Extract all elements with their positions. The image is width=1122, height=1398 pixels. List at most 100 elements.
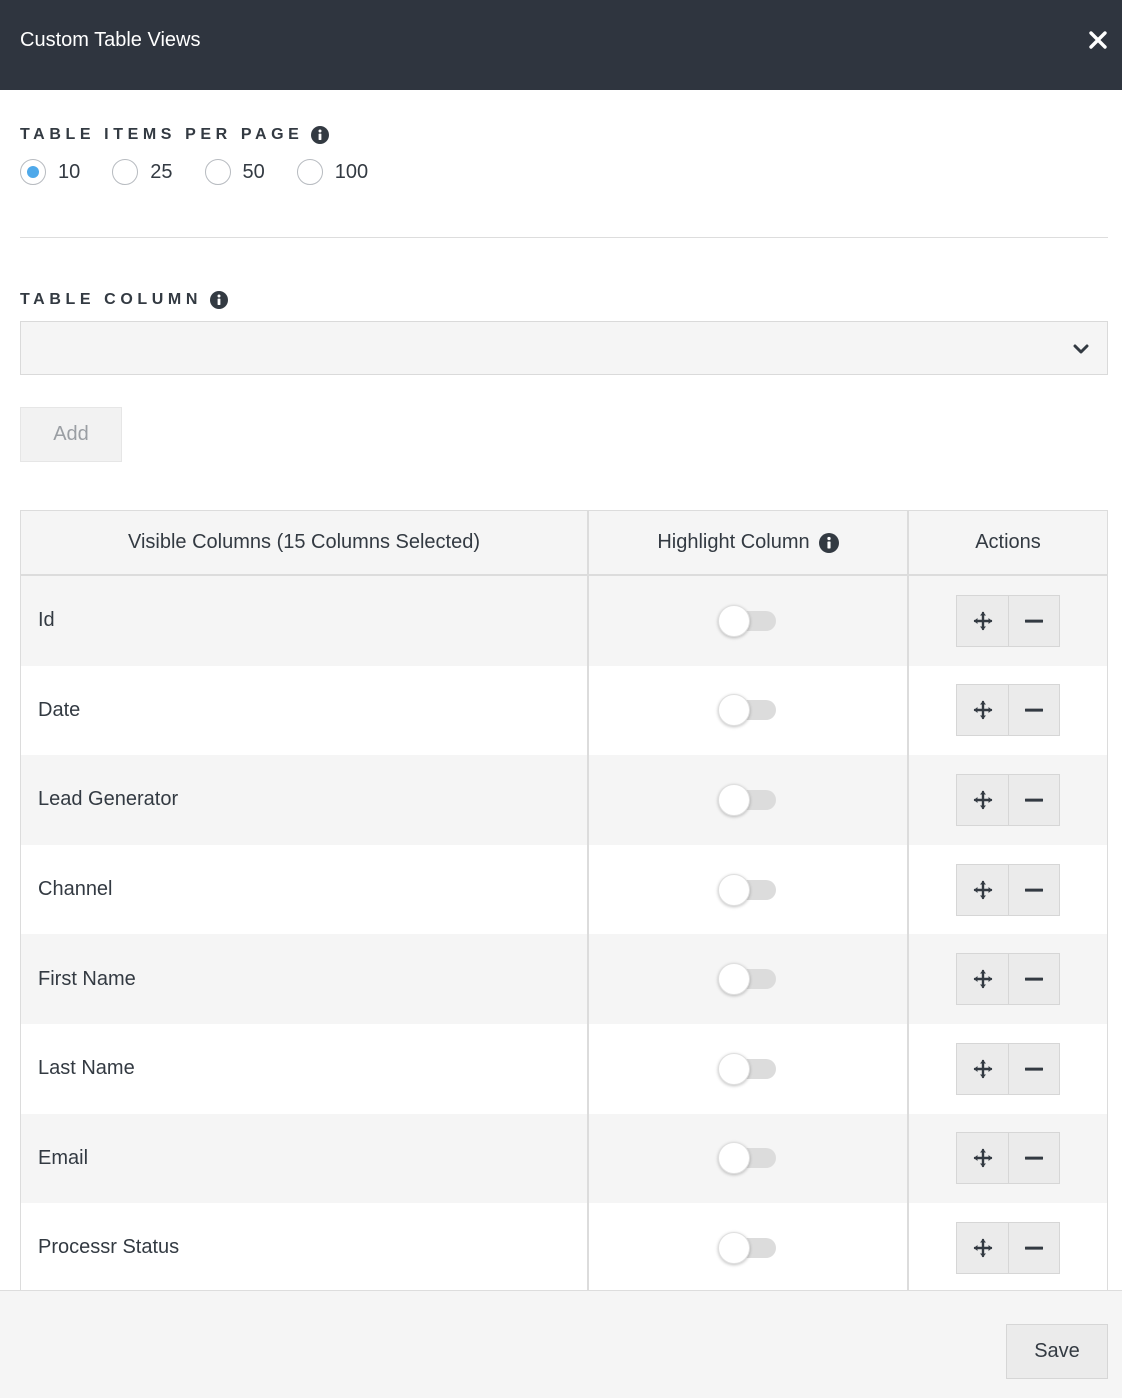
close-button[interactable] [1088, 30, 1108, 50]
row-actions [956, 1042, 1060, 1095]
header-visible-columns: Visible Columns (15 Columns Selected) [21, 511, 589, 574]
row-actions [956, 863, 1060, 916]
remove-button[interactable] [1008, 864, 1059, 915]
table-row: Last Name [21, 1023, 1107, 1114]
save-button[interactable]: Save [1006, 1324, 1108, 1379]
column-name: Channel [21, 844, 589, 935]
remove-button[interactable] [1008, 1043, 1059, 1094]
table-row: Email [21, 1113, 1107, 1204]
radio-option-100[interactable]: 100 [296, 159, 369, 185]
column-name: Processr Status [21, 1203, 589, 1290]
minus-icon [1025, 977, 1043, 981]
chevron-down-icon [1073, 344, 1089, 354]
minus-icon [1025, 798, 1043, 802]
close-icon [1089, 31, 1107, 49]
highlight-cell [589, 934, 909, 1024]
info-icon[interactable] [311, 126, 330, 144]
actions-cell [909, 1203, 1107, 1290]
radio-option-25[interactable]: 25 [112, 159, 173, 185]
highlight-toggle[interactable] [718, 1052, 776, 1085]
column-name: Date [21, 665, 589, 756]
highlight-toggle[interactable] [718, 963, 776, 996]
move-button[interactable] [957, 596, 1008, 646]
row-actions [956, 1221, 1060, 1274]
header-highlight-column-text: Highlight Column [657, 531, 810, 553]
dialog-footer: Save [0, 1290, 1122, 1398]
info-icon[interactable] [210, 291, 228, 309]
dialog-header: Custom Table Views [0, 0, 1122, 90]
radio-label-100: 100 [334, 160, 369, 183]
radio-option-50[interactable]: 50 [204, 159, 265, 185]
row-actions [956, 953, 1060, 1006]
table-column-select[interactable] [20, 321, 1108, 375]
info-icon[interactable] [818, 532, 839, 553]
section-divider [20, 237, 1108, 238]
toggle-knob [718, 963, 750, 996]
radio-button-100[interactable] [296, 159, 323, 185]
remove-button[interactable] [1008, 1133, 1059, 1184]
move-button[interactable] [957, 1223, 1008, 1273]
highlight-cell [589, 665, 909, 756]
radio-option-10[interactable]: 10 [20, 159, 80, 185]
move-icon [973, 701, 992, 720]
minus-icon [1025, 708, 1043, 712]
move-icon [973, 611, 992, 630]
move-icon [973, 1149, 992, 1168]
move-icon [973, 1238, 992, 1258]
column-name: Email [21, 1113, 589, 1204]
highlight-toggle[interactable] [718, 1231, 776, 1264]
toggle-knob [718, 873, 750, 906]
remove-button[interactable] [1008, 595, 1059, 646]
toggle-knob [718, 1142, 750, 1175]
row-actions [956, 594, 1060, 647]
radio-button-50[interactable] [204, 159, 231, 185]
move-button[interactable] [957, 775, 1008, 825]
move-button[interactable] [957, 685, 1008, 735]
table-row: Id [21, 576, 1107, 666]
actions-cell [909, 845, 1107, 935]
move-icon [973, 880, 992, 899]
toggle-knob [718, 694, 750, 727]
column-name: Lead Generator [21, 755, 589, 845]
highlight-cell [589, 755, 909, 845]
radio-button-25[interactable] [112, 159, 139, 185]
toggle-knob [718, 783, 750, 816]
move-button[interactable] [957, 1044, 1008, 1094]
radio-button-10[interactable] [20, 159, 46, 185]
highlight-toggle[interactable] [718, 1142, 776, 1175]
remove-button[interactable] [1008, 685, 1059, 736]
highlight-toggle[interactable] [718, 604, 776, 637]
minus-icon [1025, 619, 1043, 623]
table-row: Lead Generator [21, 755, 1107, 845]
highlight-toggle[interactable] [718, 694, 776, 727]
move-button[interactable] [957, 1133, 1008, 1183]
toggle-knob [718, 1231, 750, 1264]
actions-cell [909, 1024, 1107, 1114]
row-actions [956, 684, 1060, 737]
move-button[interactable] [957, 865, 1008, 915]
column-name: Last Name [21, 1023, 589, 1114]
radio-label-25: 25 [150, 160, 173, 183]
highlight-toggle[interactable] [718, 783, 776, 816]
move-icon [973, 1059, 992, 1078]
highlight-cell [589, 844, 909, 935]
column-name: Id [21, 576, 589, 666]
remove-button[interactable] [1008, 1222, 1059, 1273]
highlight-cell [589, 1023, 909, 1114]
table-row: Date [21, 665, 1107, 756]
table-column-label-text: TABLE COLUMN [20, 291, 202, 308]
move-icon [973, 790, 992, 810]
actions-cell [909, 666, 1107, 756]
remove-button[interactable] [1008, 774, 1059, 825]
items-per-page-radio-group: 10 25 50 100 [20, 158, 400, 186]
highlight-cell [589, 1203, 909, 1290]
dialog-title: Custom Table Views [20, 29, 201, 51]
move-icon [973, 969, 992, 989]
table-row: First Name [21, 934, 1107, 1024]
remove-button[interactable] [1008, 954, 1059, 1005]
move-button[interactable] [957, 954, 1008, 1004]
add-column-button[interactable]: Add [20, 407, 122, 462]
highlight-toggle[interactable] [718, 873, 776, 906]
actions-cell [909, 934, 1107, 1024]
minus-icon [1025, 1246, 1043, 1250]
